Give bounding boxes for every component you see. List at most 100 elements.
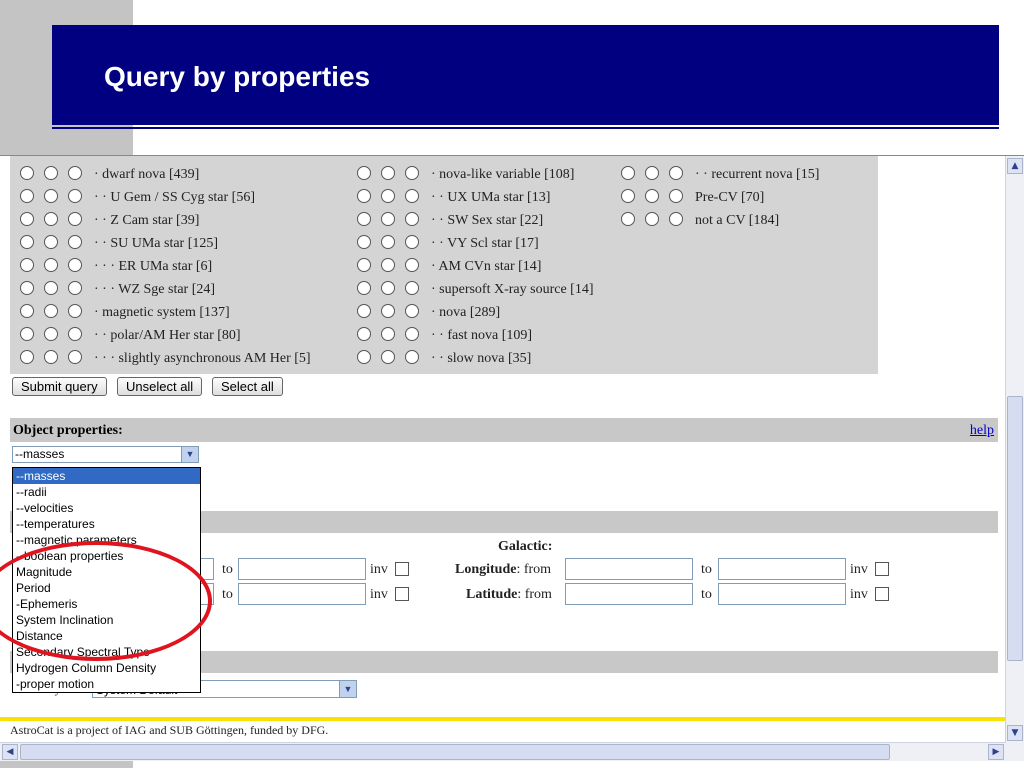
radio-button[interactable]	[20, 281, 34, 295]
list-item: · · · slightly asynchronous AM Her [5]	[20, 350, 311, 372]
radio-button[interactable]	[20, 350, 34, 364]
chevron-down-icon[interactable]: ▼	[181, 447, 198, 462]
radio-button[interactable]	[44, 235, 58, 249]
radio-button[interactable]	[381, 258, 395, 272]
list-item: · · fast nova [109]	[357, 327, 532, 349]
radio-button[interactable]	[20, 327, 34, 341]
longitude-row-label: Longitude: from	[455, 562, 551, 578]
dropdown-option[interactable]: -proper motion	[13, 676, 200, 692]
radio-button[interactable]	[405, 189, 419, 203]
latitude-inv-checkbox[interactable]	[875, 587, 889, 601]
radio-button[interactable]	[68, 327, 82, 341]
radio-button[interactable]	[44, 212, 58, 226]
help-link[interactable]: help	[970, 423, 994, 439]
type-label: · · U Gem / SS Cyg star [56]	[94, 190, 255, 205]
coord1-to-input[interactable]	[238, 558, 366, 580]
radio-button[interactable]	[44, 350, 58, 364]
radio-button[interactable]	[381, 327, 395, 341]
radio-button[interactable]	[20, 258, 34, 272]
type-label: · · SW Sex star [22]	[431, 213, 544, 228]
latitude-from-input[interactable]	[565, 583, 693, 605]
radio-button[interactable]	[68, 189, 82, 203]
radio-button[interactable]	[381, 212, 395, 226]
radio-button[interactable]	[68, 212, 82, 226]
radio-button[interactable]	[405, 258, 419, 272]
radio-button[interactable]	[405, 281, 419, 295]
radio-button[interactable]	[20, 166, 34, 180]
radio-button[interactable]	[68, 166, 82, 180]
dropdown-option[interactable]: --temperatures	[13, 516, 200, 532]
radio-button[interactable]	[669, 212, 683, 226]
latitude-to-input[interactable]	[718, 583, 846, 605]
radio-button[interactable]	[357, 189, 371, 203]
dropdown-option[interactable]: --radii	[13, 484, 200, 500]
coord1-inv-checkbox[interactable]	[395, 562, 409, 576]
radio-button[interactable]	[44, 327, 58, 341]
radio-button[interactable]	[357, 304, 371, 318]
radio-button[interactable]	[357, 258, 371, 272]
dropdown-option[interactable]: --masses	[13, 468, 200, 484]
radio-button[interactable]	[405, 350, 419, 364]
radio-button[interactable]	[645, 166, 659, 180]
longitude-to-input[interactable]	[718, 558, 846, 580]
longitude-inv-checkbox[interactable]	[875, 562, 889, 576]
radio-button[interactable]	[621, 212, 635, 226]
radio-button[interactable]	[621, 189, 635, 203]
radio-button[interactable]	[44, 304, 58, 318]
radio-button[interactable]	[381, 281, 395, 295]
radio-button[interactable]	[20, 189, 34, 203]
radio-button[interactable]	[645, 212, 659, 226]
radio-button[interactable]	[357, 281, 371, 295]
radio-button[interactable]	[68, 258, 82, 272]
radio-button[interactable]	[68, 304, 82, 318]
radio-button[interactable]	[669, 189, 683, 203]
radio-button[interactable]	[357, 327, 371, 341]
coord2-inv-checkbox[interactable]	[395, 587, 409, 601]
radio-button[interactable]	[68, 350, 82, 364]
radio-button[interactable]	[405, 304, 419, 318]
radio-button[interactable]	[44, 166, 58, 180]
radio-button[interactable]	[669, 166, 683, 180]
unselect-all-button[interactable]: Unselect all	[117, 377, 203, 396]
property-select[interactable]: --masses ▼	[12, 446, 199, 463]
scroll-down-icon[interactable]: ▼	[1007, 725, 1023, 741]
coord2-to-input[interactable]	[238, 583, 366, 605]
chevron-down-icon[interactable]: ▼	[339, 681, 356, 697]
radio-button[interactable]	[381, 350, 395, 364]
select-all-button[interactable]: Select all	[212, 377, 283, 396]
submit-query-button[interactable]: Submit query	[12, 377, 107, 396]
radio-button[interactable]	[357, 212, 371, 226]
scroll-up-icon[interactable]: ▲	[1007, 158, 1023, 174]
list-item: · · U Gem / SS Cyg star [56]	[20, 189, 255, 211]
radio-button[interactable]	[357, 350, 371, 364]
radio-button[interactable]	[381, 235, 395, 249]
radio-button[interactable]	[405, 166, 419, 180]
scroll-left-icon[interactable]: ◀	[2, 744, 18, 760]
radio-button[interactable]	[44, 189, 58, 203]
radio-button[interactable]	[20, 235, 34, 249]
radio-button[interactable]	[405, 235, 419, 249]
radio-button[interactable]	[357, 166, 371, 180]
dropdown-option[interactable]: --velocities	[13, 500, 200, 516]
radio-button[interactable]	[381, 304, 395, 318]
horizontal-scroll-thumb[interactable]	[20, 744, 890, 760]
radio-button[interactable]	[357, 235, 371, 249]
horizontal-scrollbar[interactable]: ◀ ▶	[0, 742, 1006, 761]
radio-button[interactable]	[68, 281, 82, 295]
dropdown-option[interactable]: Hydrogen Column Density	[13, 660, 200, 676]
radio-button[interactable]	[44, 281, 58, 295]
vertical-scrollbar[interactable]: ▲ ▼	[1005, 156, 1024, 743]
radio-button[interactable]	[405, 212, 419, 226]
radio-button[interactable]	[405, 327, 419, 341]
radio-button[interactable]	[381, 166, 395, 180]
radio-button[interactable]	[381, 189, 395, 203]
scroll-right-icon[interactable]: ▶	[988, 744, 1004, 760]
longitude-from-input[interactable]	[565, 558, 693, 580]
radio-button[interactable]	[645, 189, 659, 203]
radio-button[interactable]	[20, 212, 34, 226]
vertical-scroll-thumb[interactable]	[1007, 396, 1023, 661]
radio-button[interactable]	[621, 166, 635, 180]
radio-button[interactable]	[68, 235, 82, 249]
radio-button[interactable]	[20, 304, 34, 318]
radio-button[interactable]	[44, 258, 58, 272]
